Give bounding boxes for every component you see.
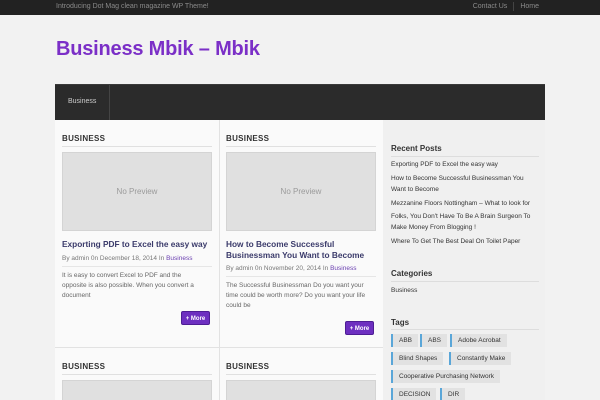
post-excerpt: It is easy to convert Excel to PDF and t… — [62, 272, 194, 299]
contact-us-link[interactable]: Contact Us — [467, 3, 514, 11]
post-title-link[interactable]: Exporting PDF to Excel the easy way — [62, 239, 214, 250]
nav-item-business[interactable]: Business — [55, 85, 111, 120]
tag-link[interactable]: ABS — [420, 334, 448, 347]
divider — [391, 156, 539, 157]
no-preview-text: No Preview — [280, 187, 322, 196]
post-meta-text: By admin 0n December 18, 2014 In — [62, 255, 165, 262]
tag-link[interactable]: Cooperative Purchasing Network — [391, 370, 501, 383]
tag-link[interactable]: DIR — [440, 388, 466, 400]
top-bar: Introducing Dot Mag clean magazine WP Th… — [0, 0, 600, 15]
column-divider — [219, 120, 220, 400]
post-excerpt: The Successful Businessman Do you want y… — [226, 282, 366, 309]
post-category-link[interactable]: Business — [330, 265, 356, 272]
recent-post-link[interactable]: How to Become Successful Businessman You… — [391, 173, 539, 195]
divider — [62, 146, 212, 147]
divider — [226, 276, 376, 277]
post-thumbnail[interactable]: No Preview — [226, 152, 376, 231]
site-title[interactable]: Business Mbik – Mbik — [56, 38, 260, 61]
post-thumbnail[interactable] — [226, 380, 376, 400]
post-category-heading: BUSINESS — [62, 134, 106, 143]
post-title-link[interactable]: How to Become Successful Businessman You… — [226, 239, 378, 261]
recent-post-link[interactable]: Folks, You Don't Have To Be A Brain Surg… — [391, 211, 539, 233]
recent-post-link[interactable]: Mezzanine Floors Nottingham – What to lo… — [391, 198, 539, 209]
tags-title: Tags — [391, 318, 410, 327]
recent-post-link[interactable]: Exporting PDF to Excel the easy way — [391, 159, 539, 170]
post-category-heading: BUSINESS — [226, 362, 270, 371]
no-preview-text: No Preview — [116, 187, 158, 196]
site-tagline: Introducing Dot Mag clean magazine WP Th… — [56, 3, 209, 10]
post-meta: By admin 0n November 20, 2014 In Busines… — [226, 265, 356, 272]
post-thumbnail[interactable]: No Preview — [62, 152, 212, 231]
post-thumbnail[interactable] — [62, 380, 212, 400]
main-nav: Business — [55, 84, 545, 120]
divider — [62, 374, 212, 375]
post-category-heading: BUSINESS — [226, 134, 270, 143]
top-links: Contact Us Home — [467, 2, 545, 11]
post-category-heading: BUSINESS — [62, 362, 106, 371]
divider — [62, 266, 212, 267]
divider — [391, 329, 539, 330]
content-area: BUSINESS No Preview Exporting PDF to Exc… — [55, 120, 545, 400]
recent-posts-title: Recent Posts — [391, 144, 442, 153]
tag-link[interactable]: Constantly Make — [449, 352, 512, 365]
tag-link[interactable]: Adobe Acrobat — [450, 334, 507, 347]
more-button[interactable]: + More — [345, 321, 374, 335]
post-meta-text: By admin 0n November 20, 2014 In — [226, 265, 329, 272]
post-category-link[interactable]: Business — [166, 255, 192, 262]
tag-link[interactable]: DECISION — [391, 388, 437, 400]
categories-title: Categories — [391, 269, 433, 278]
category-link[interactable]: Business — [391, 285, 539, 296]
tag-link[interactable]: Blind Shapes — [391, 352, 444, 365]
tag-link[interactable]: ABB — [391, 334, 419, 347]
post-meta: By admin 0n December 18, 2014 In Busines… — [62, 255, 192, 262]
recent-post-link[interactable]: Where To Get The Best Deal On Toilet Pap… — [391, 236, 539, 247]
more-button[interactable]: + More — [181, 311, 210, 325]
sidebar: Recent Posts Exporting PDF to Excel the … — [383, 120, 545, 400]
row-divider — [55, 347, 383, 348]
home-link[interactable]: Home — [514, 3, 545, 11]
divider — [226, 374, 376, 375]
divider — [226, 146, 376, 147]
divider — [391, 281, 539, 282]
